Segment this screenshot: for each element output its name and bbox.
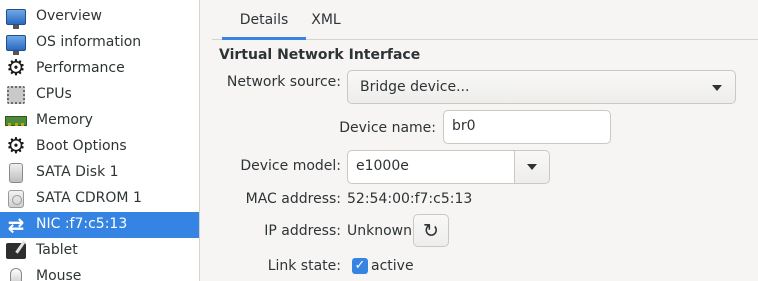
- chevron-down-icon: [712, 85, 722, 91]
- cpu-icon: [5, 84, 27, 106]
- sidebar-item-overview[interactable]: Overview: [0, 4, 199, 30]
- cdrom-icon: [5, 188, 27, 210]
- sidebar-item-performance[interactable]: ⚙ Performance: [0, 56, 199, 82]
- gear-icon: ⚙: [6, 134, 26, 159]
- refresh-icon: ↻: [423, 219, 439, 242]
- network-source-value: Bridge device...: [360, 79, 470, 95]
- device-sidebar: Overview OS information ⚙ Performance CP…: [0, 0, 200, 281]
- link-state-value: active: [371, 258, 414, 274]
- ip-address-value: Unknown: [347, 223, 412, 239]
- tab-bar: Details XML: [212, 0, 758, 40]
- network-source-label: Network source:: [226, 74, 341, 90]
- sidebar-item-os-information[interactable]: OS information: [0, 30, 199, 56]
- sidebar-item-boot-options[interactable]: ⚙ Boot Options: [0, 134, 199, 160]
- device-name-value: br0: [452, 118, 476, 134]
- chevron-down-icon: [527, 164, 537, 170]
- sidebar-item-label: CPUs: [36, 86, 72, 102]
- sidebar-item-sata-disk-1[interactable]: SATA Disk 1: [0, 160, 199, 186]
- details-panel: Details XML Virtual Network Interface Ne…: [212, 0, 758, 281]
- sidebar-item-mouse[interactable]: Mouse: [0, 264, 199, 281]
- monitor-icon: [5, 6, 27, 29]
- sidebar-item-nic[interactable]: ⇄ NIC :f7:c5:13: [0, 212, 199, 238]
- sidebar-item-label: Mouse: [36, 268, 82, 281]
- monitor-icon: [5, 32, 27, 55]
- device-model-value: e1000e: [356, 158, 409, 174]
- sidebar-item-label: Performance: [36, 60, 125, 76]
- mac-address-label: MAC address:: [245, 191, 341, 207]
- checkmark-icon: ✓: [354, 258, 366, 273]
- sidebar-item-cpus[interactable]: CPUs: [0, 82, 199, 108]
- sidebar-item-sata-cdrom-1[interactable]: SATA CDROM 1: [0, 186, 199, 212]
- mouse-icon: [5, 266, 27, 281]
- section-title: Virtual Network Interface: [219, 47, 421, 63]
- device-model-label: Device model:: [240, 158, 341, 174]
- link-state-checkbox[interactable]: ✓: [352, 258, 368, 274]
- sidebar-item-label: NIC :f7:c5:13: [36, 216, 128, 232]
- disk-icon: [5, 162, 27, 184]
- device-name-label: Device name:: [339, 120, 436, 136]
- sidebar-item-label: OS information: [36, 34, 142, 50]
- tablet-icon: [5, 240, 27, 262]
- device-model-field[interactable]: e1000e: [347, 150, 517, 184]
- sidebar-item-label: SATA CDROM 1: [36, 190, 142, 206]
- ip-address-label: IP address:: [264, 223, 341, 239]
- network-source-select[interactable]: Bridge device...: [347, 70, 736, 104]
- tab-details[interactable]: Details: [222, 0, 306, 40]
- device-name-field[interactable]: br0: [443, 110, 611, 144]
- sidebar-item-label: Memory: [36, 112, 93, 128]
- sidebar-item-label: Overview: [36, 8, 102, 24]
- sidebar-item-label: SATA Disk 1: [36, 164, 119, 180]
- mac-address-value: 52:54:00:f7:c5:13: [347, 191, 473, 207]
- memory-icon: [5, 110, 27, 132]
- gear-icon: ⚙: [6, 56, 26, 81]
- sidebar-item-tablet[interactable]: Tablet: [0, 238, 199, 264]
- sidebar-item-label: Boot Options: [36, 138, 127, 154]
- nic-icon: ⇄: [7, 213, 25, 237]
- sidebar-item-label: Tablet: [36, 242, 78, 258]
- device-model-dropdown-button[interactable]: [514, 150, 550, 184]
- tab-xml[interactable]: XML: [302, 0, 350, 40]
- refresh-ip-button[interactable]: ↻: [413, 214, 449, 247]
- link-state-label: Link state:: [267, 258, 341, 274]
- sidebar-item-memory[interactable]: Memory: [0, 108, 199, 134]
